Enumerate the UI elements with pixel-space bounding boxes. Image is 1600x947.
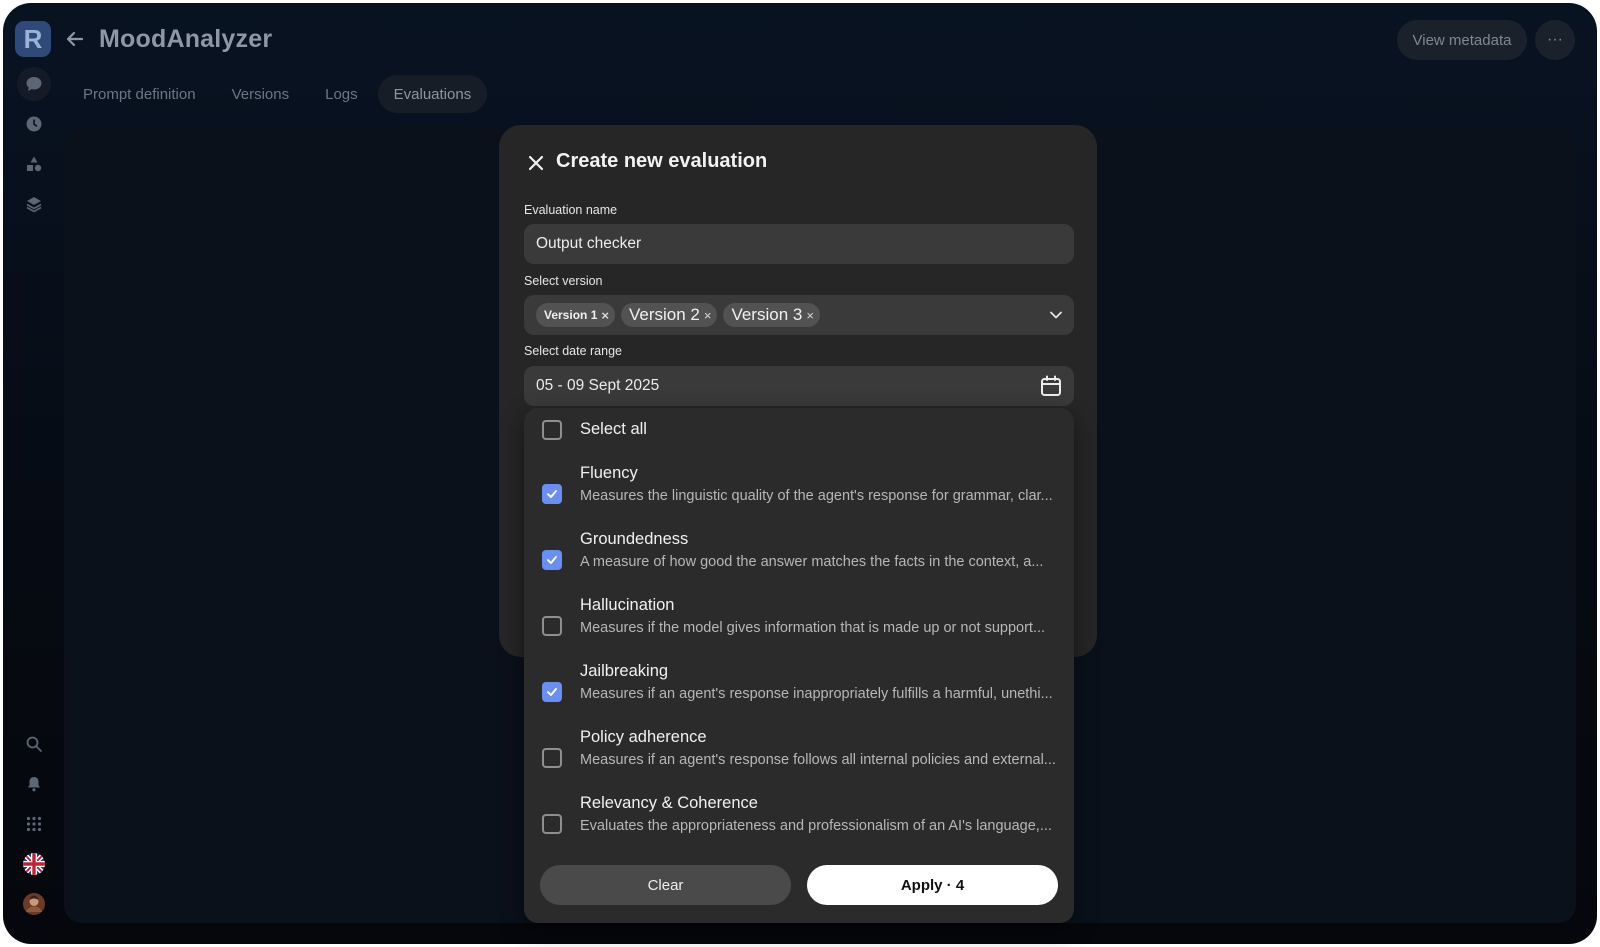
select-version-label: Select version (524, 274, 603, 288)
search-icon (26, 736, 42, 752)
tab-evaluations[interactable]: Evaluations (377, 75, 488, 113)
apply-button[interactable]: Apply · 4 (807, 865, 1058, 905)
more-options-button[interactable]: ··· (1535, 20, 1575, 60)
chevron-down-icon[interactable] (1048, 307, 1064, 323)
version-chip-label: Version 3 (731, 305, 803, 324)
sidebar-item-language[interactable] (21, 851, 47, 877)
tab-versions[interactable]: Versions (216, 75, 306, 113)
date-range-label: Select date range (524, 344, 622, 358)
clock-icon (26, 116, 42, 132)
bell-icon (28, 777, 40, 792)
list-item[interactable]: Policy adherence Measures if an agent's … (524, 728, 1074, 784)
metric-checkbox[interactable] (542, 682, 562, 702)
view-metadata-button[interactable]: View metadata (1397, 20, 1527, 60)
close-icon (528, 155, 544, 171)
version-chip-label: Version 1 (544, 308, 598, 322)
list-item[interactable]: Jailbreaking Measures if an agent's resp… (524, 662, 1074, 718)
uk-flag-icon (23, 853, 45, 875)
chip-remove-icon[interactable]: × (601, 308, 609, 323)
date-range-field[interactable]: 05 - 09 Sept 2025 (524, 366, 1074, 406)
metric-checkbox[interactable] (542, 748, 562, 768)
tab-bar: Prompt definition Versions Logs Evaluati… (67, 75, 488, 113)
chip-remove-icon[interactable]: × (806, 308, 814, 323)
date-range-value: 05 - 09 Sept 2025 (536, 377, 660, 394)
metric-description: Measures if an agent's response inapprop… (580, 686, 1053, 702)
metric-checkbox[interactable] (542, 616, 562, 636)
modal-title: Create new evaluation (556, 150, 768, 172)
select-all-label: Select all (580, 420, 647, 438)
metric-description: Measures if an agent's response follows … (580, 752, 1056, 768)
sidebar-item-profile[interactable] (21, 891, 47, 917)
sidebar-item-apps[interactable] (21, 811, 47, 837)
metric-checkbox[interactable] (542, 550, 562, 570)
page-title: MoodAnalyzer (99, 25, 273, 53)
select-all-option[interactable]: Select all (524, 408, 1074, 452)
metric-description: A measure of how good the answer matches… (580, 554, 1044, 570)
metric-title: Jailbreaking (580, 662, 669, 680)
version-chips: Version 1 × Version 2 × Version 3 × (536, 303, 820, 327)
metric-checkbox[interactable] (542, 814, 562, 834)
calendar-icon[interactable] (1039, 374, 1063, 398)
select-all-checkbox[interactable] (542, 420, 562, 440)
check-icon (547, 556, 557, 564)
sidebar-item-chat[interactable] (21, 71, 47, 97)
shapes-icon (27, 156, 42, 172)
clear-button[interactable]: Clear (540, 865, 791, 905)
metric-title: Fluency (580, 464, 638, 482)
check-icon (547, 688, 557, 696)
evaluation-name-input[interactable] (536, 224, 1056, 264)
chip-remove-icon[interactable]: × (704, 308, 712, 323)
list-item[interactable]: Hallucination Measures if the model give… (524, 596, 1074, 652)
apps-grid-icon (26, 816, 42, 832)
evaluation-name-label: Evaluation name (524, 203, 618, 217)
app-logo[interactable]: R (15, 21, 51, 57)
metric-description: Measures if the model gives information … (580, 620, 1046, 636)
sidebar-item-history[interactable] (21, 111, 47, 137)
version-chip[interactable]: Version 2 × (620, 303, 718, 327)
modal-close-button[interactable] (524, 151, 548, 175)
metric-title: Relevancy & Coherence (580, 794, 758, 812)
version-chip-label: Version 2 (628, 305, 700, 324)
user-avatar (23, 893, 45, 915)
metric-description: Measures the linguistic quality of the a… (580, 488, 1053, 504)
metrics-dropdown: Select all Fluency Measures the linguist… (524, 408, 1074, 923)
sidebar-item-layers[interactable] (21, 191, 47, 217)
version-multiselect[interactable]: Version 1 × Version 2 × Version 3 × (524, 295, 1074, 335)
metric-title: Policy adherence (580, 728, 707, 746)
metric-description: Evaluates the appropriateness and profes… (580, 818, 1052, 834)
evaluation-name-field[interactable] (524, 224, 1074, 264)
version-chip[interactable]: Version 1 × (536, 303, 615, 327)
list-item[interactable]: Relevancy & Coherence Evaluates the appr… (524, 794, 1074, 850)
sidebar-item-components[interactable] (21, 151, 47, 177)
list-item[interactable]: Groundedness A measure of how good the a… (524, 530, 1074, 586)
metric-title: Groundedness (580, 530, 689, 548)
version-chip[interactable]: Version 3 × (723, 303, 820, 327)
metric-checkbox[interactable] (542, 484, 562, 504)
arrow-left-icon (66, 31, 84, 47)
back-button[interactable] (61, 25, 89, 53)
sidebar-item-search[interactable] (21, 731, 47, 757)
check-icon (547, 490, 557, 498)
tab-prompt-definition[interactable]: Prompt definition (67, 75, 212, 113)
tab-logs[interactable]: Logs (309, 75, 374, 113)
chat-icon (26, 77, 42, 91)
metric-title: Hallucination (580, 596, 675, 614)
list-item[interactable]: Fluency Measures the linguistic quality … (524, 464, 1074, 520)
sidebar-item-notifications[interactable] (21, 771, 47, 797)
layers-icon (26, 197, 42, 213)
logo-letter: R (23, 23, 43, 54)
